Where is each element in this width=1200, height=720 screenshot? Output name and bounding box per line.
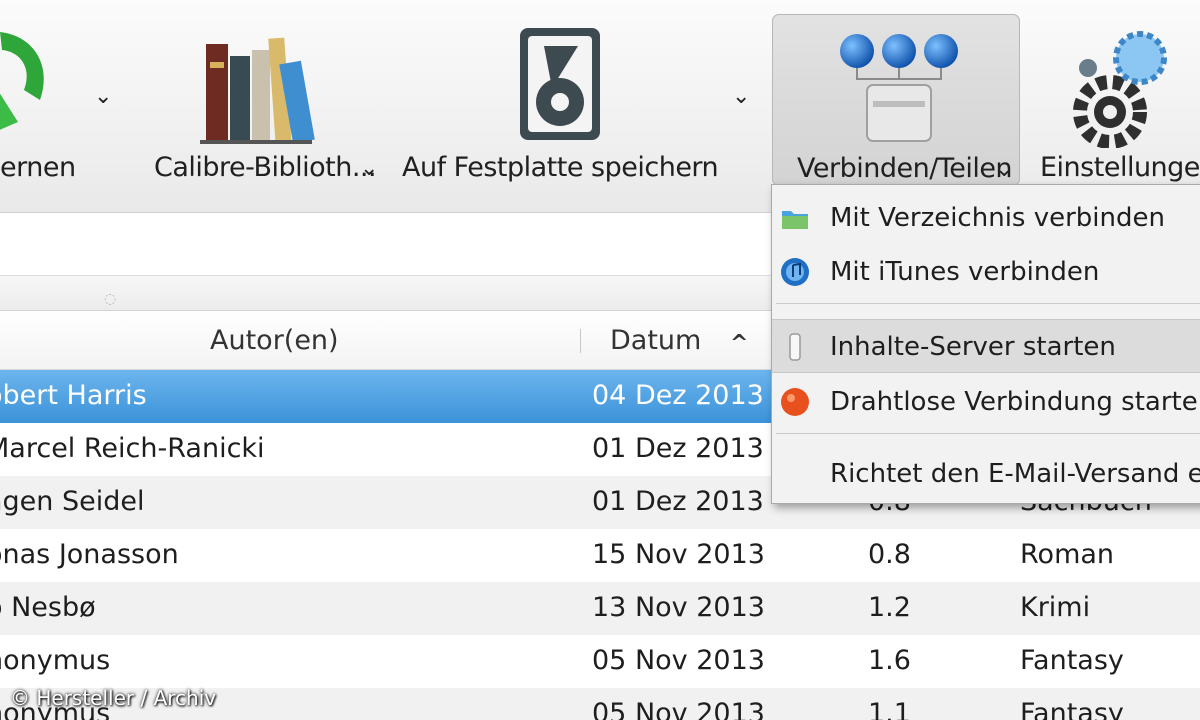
author-cell: nonymus <box>0 645 111 676</box>
network-icon <box>773 23 1019 149</box>
date-cell: 01 Dez 2013 <box>592 433 764 464</box>
menu-item-email-setup[interactable]: Richtet den E-Mail-Versand ein <box>772 447 1200 499</box>
column-header-date[interactable]: Datum <box>610 325 701 356</box>
sort-ascending-icon[interactable]: ^ <box>730 331 748 356</box>
size-cell: 1.1 <box>868 698 911 720</box>
tag-cell: Roman <box>1020 539 1115 570</box>
author-cell: o Nesbø <box>0 592 96 623</box>
date-cell: 05 Nov 2013 <box>592 698 765 720</box>
menu-item-connect-itunes[interactable]: Mit iTunes verbinden <box>772 245 1200 297</box>
search-input[interactable] <box>0 219 820 269</box>
menu-item-start-content-server[interactable]: Inhalte-Server starten <box>772 319 1200 373</box>
hard-disk-icon <box>402 22 712 148</box>
wireless-icon <box>780 387 810 417</box>
copyright-watermark: © Hersteller / Archiv <box>10 686 217 710</box>
gear-icon <box>1040 22 1200 149</box>
column-divider[interactable] <box>580 329 581 353</box>
settings-button[interactable]: Einstellungen <box>1040 14 1200 184</box>
table-row[interactable]: o Nesbø 13 Nov 2013 1.2 Krimi <box>0 582 1200 635</box>
author-cell: obert Harris <box>0 380 147 411</box>
menu-separator <box>776 433 1200 434</box>
chevron-down-icon[interactable]: ⌄ <box>995 159 1013 181</box>
table-row[interactable]: nonymus 05 Nov 2013 1.6 Fantasy <box>0 635 1200 688</box>
date-cell: 01 Dez 2013 <box>592 486 764 517</box>
author-cell: Marcel Reich-Ranicki <box>0 433 265 464</box>
menu-item-connect-folder[interactable]: Mit Verzeichnis verbinden <box>772 191 1200 243</box>
server-icon <box>780 332 810 362</box>
menu-separator <box>776 303 1200 304</box>
size-cell: 1.2 <box>868 592 911 623</box>
author-cell: onas Jonasson <box>0 539 179 570</box>
column-header-authors[interactable]: Autor(en) <box>210 325 339 356</box>
date-cell: 04 Dez 2013 <box>592 380 764 411</box>
calibre-library-button[interactable]: Calibre-Biblioth... <box>150 14 382 184</box>
date-cell: 15 Nov 2013 <box>592 539 765 570</box>
tag-cell: Fantasy <box>1020 698 1124 720</box>
itunes-icon <box>780 257 810 287</box>
menu-item-start-wireless[interactable]: Drahtlose Verbindung starten <box>772 375 1200 427</box>
connect-share-button[interactable]: Verbinden/Teilen ⌄ <box>772 14 1020 186</box>
chevron-down-icon[interactable]: ⌄ <box>94 86 112 108</box>
tag-cell: Fantasy <box>1020 645 1124 676</box>
size-cell: 1.6 <box>868 645 911 676</box>
toolbar: ernen ⌄ Calibre-Biblioth... ⌄ Auf Festpl… <box>0 0 1200 213</box>
size-cell: 0.8 <box>868 539 911 570</box>
save-to-disk-button[interactable]: Auf Festplatte speichern <box>402 14 719 184</box>
connect-share-menu: Mit Verzeichnis verbinden Mit iTunes ver… <box>771 184 1200 504</box>
tag-cell: Krimi <box>1020 592 1091 623</box>
chevron-down-icon[interactable]: ⌄ <box>360 158 378 180</box>
date-cell: 13 Nov 2013 <box>592 592 765 623</box>
books-icon <box>150 22 382 148</box>
date-cell: 05 Nov 2013 <box>592 645 765 676</box>
table-row[interactable]: onas Jonasson 15 Nov 2013 0.8 Roman <box>0 529 1200 582</box>
recycle-icon <box>0 22 80 148</box>
loading-indicator-icon: ◌ <box>104 291 117 307</box>
author-cell: agen Seidel <box>0 486 145 517</box>
learn-button[interactable]: ernen <box>0 14 80 184</box>
chevron-down-icon[interactable]: ⌄ <box>732 86 750 108</box>
folder-icon <box>780 203 810 233</box>
